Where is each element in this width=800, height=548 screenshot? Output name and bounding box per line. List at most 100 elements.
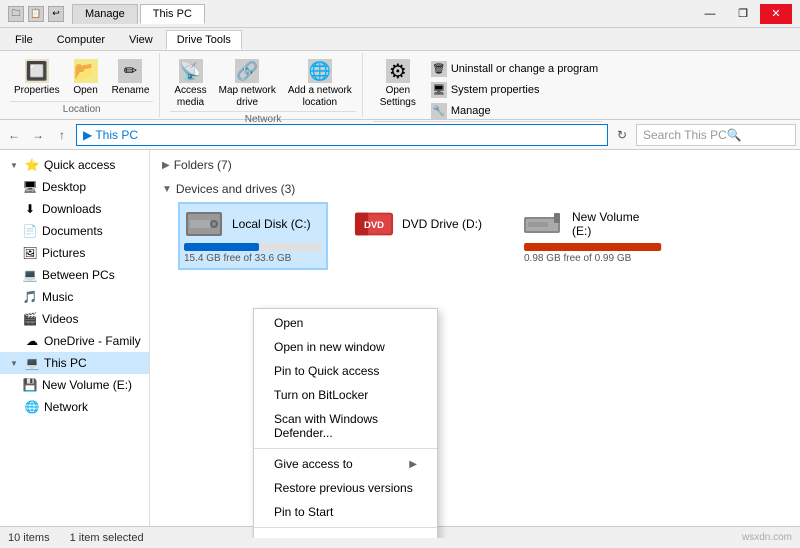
- title-bar-icons: 🗀 📋 ↩: [8, 6, 64, 22]
- sidebar-this-pc[interactable]: ▼ 💻 This PC: [0, 352, 149, 374]
- context-menu: Open Open in new window Pin to Quick acc…: [253, 308, 438, 538]
- properties-label: Properties: [14, 85, 60, 97]
- tab-manage[interactable]: Manage: [72, 4, 138, 24]
- ribbon-tab-drive-tools[interactable]: Drive Tools: [166, 30, 242, 50]
- title-tabs: Manage This PC: [72, 4, 694, 24]
- drive-e-name: New Volume (E:): [572, 210, 662, 238]
- ribbon-tab-view[interactable]: View: [118, 30, 164, 50]
- breadcrumb-this-pc[interactable]: ▶ This PC: [83, 128, 138, 142]
- ribbon-tab-file[interactable]: File: [4, 30, 44, 50]
- ribbon-group-location: 🔲 Properties 📂 Open ✏ Rename Location: [4, 53, 160, 117]
- refresh-button[interactable]: ↻: [612, 125, 632, 145]
- ribbon-content: 🔲 Properties 📂 Open ✏ Rename Location 📡: [0, 51, 800, 119]
- open-btn[interactable]: 📂 Open: [68, 57, 104, 99]
- music-label: Music: [42, 290, 73, 304]
- drive-local-disk-c[interactable]: Local Disk (C:) 15.4 GB free of 33.6 GB: [178, 202, 328, 270]
- downloads-label: Downloads: [42, 202, 101, 216]
- sys-properties-label: System properties: [451, 84, 540, 96]
- sidebar-documents[interactable]: 📄 Documents: [0, 220, 149, 242]
- uninstall-label: Uninstall or change a program: [451, 63, 598, 75]
- ribbon: File Computer View Drive Tools 🔲 Propert…: [0, 28, 800, 120]
- location-items: 🔲 Properties 📂 Open ✏ Rename: [10, 55, 153, 101]
- onedrive-label: OneDrive - Family: [44, 334, 141, 348]
- up-button[interactable]: ↑: [52, 125, 72, 145]
- sidebar-network[interactable]: 🌐 Network: [0, 396, 149, 418]
- sidebar-onedrive[interactable]: ☁ OneDrive - Family: [0, 330, 149, 352]
- ctx-give-access[interactable]: Give access to▶: [254, 452, 437, 476]
- add-location-btn[interactable]: 🌐 Add a networklocation: [284, 57, 356, 111]
- sidebar-videos[interactable]: 🎬 Videos: [0, 308, 149, 330]
- close-button[interactable]: ✕: [760, 4, 792, 24]
- watermark: wsxdn.com: [742, 532, 792, 543]
- folders-label: Folders (7): [174, 158, 232, 172]
- sidebar-music[interactable]: 🎵 Music: [0, 286, 149, 308]
- drives-header: ▼ Devices and drives (3): [162, 182, 788, 196]
- ctx-scan-defender[interactable]: Scan with Windows Defender...: [254, 407, 437, 445]
- open-settings-btn[interactable]: ⚙ OpenSettings: [373, 57, 423, 111]
- hdd-shape: [186, 212, 222, 236]
- rename-btn[interactable]: ✏ Rename: [108, 57, 154, 99]
- pictures-label: Pictures: [42, 246, 85, 260]
- uninstall-icon: 🗑: [431, 61, 447, 77]
- content-area: ▶ Folders (7) ▼ Devices and drives (3): [150, 150, 800, 538]
- search-box[interactable]: Search This PC 🔍: [636, 124, 796, 146]
- drive-e-info: New Volume (E:): [572, 210, 662, 238]
- minimize-button[interactable]: —: [694, 4, 726, 24]
- ribbon-tab-computer[interactable]: Computer: [46, 30, 116, 50]
- access-media-icon: 📡: [179, 59, 203, 83]
- manage-btn[interactable]: 🔧 Manage: [427, 101, 602, 121]
- drive-e-top: New Volume (E:): [524, 208, 662, 240]
- drive-c-name: Local Disk (C:): [232, 217, 322, 231]
- drive-new-volume-e[interactable]: New Volume (E:) 0.98 GB free of 0.99 GB: [518, 202, 668, 270]
- folders-expand[interactable]: ▶: [162, 160, 170, 171]
- ctx-open-new-window[interactable]: Open in new window: [254, 335, 437, 359]
- drive-e-progress-bar-bg: [524, 243, 662, 251]
- add-location-icon: 🌐: [308, 59, 332, 83]
- ctx-divider-2: [254, 527, 437, 528]
- sidebar-desktop[interactable]: 🖥 Desktop: [0, 176, 149, 198]
- give-access-arrow: ▶: [409, 459, 417, 470]
- sidebar-downloads[interactable]: ⬇ Downloads: [0, 198, 149, 220]
- tb-icon-3: ↩: [48, 6, 64, 22]
- drives-grid: Local Disk (C:) 15.4 GB free of 33.6 GB: [178, 202, 788, 270]
- properties-icon: 🔲: [25, 59, 49, 83]
- map-drive-btn[interactable]: 🔗 Map networkdrive: [215, 57, 280, 111]
- properties-btn[interactable]: 🔲 Properties: [10, 57, 64, 99]
- drives-expand[interactable]: ▼: [162, 184, 172, 195]
- sidebar-new-volume[interactable]: 💾 New Volume (E:): [0, 374, 149, 396]
- drives-label: Devices and drives (3): [176, 182, 295, 196]
- this-pc-arrow: ▼: [10, 359, 20, 368]
- drive-dvd-d[interactable]: DVD DVD Drive (D:): [348, 202, 498, 270]
- forward-button[interactable]: →: [28, 125, 48, 145]
- add-location-label: Add a networklocation: [288, 85, 352, 109]
- sidebar-quick-access[interactable]: ▼ ⭐ Quick access: [0, 154, 149, 176]
- drive-d-top: DVD DVD Drive (D:): [354, 208, 492, 240]
- ctx-format[interactable]: Format...: [254, 531, 437, 538]
- tab-this-pc[interactable]: This PC: [140, 4, 205, 24]
- ctx-restore-versions[interactable]: Restore previous versions: [254, 476, 437, 500]
- quick-access-arrow: ▼: [10, 161, 20, 170]
- new-volume-icon: 💾: [22, 377, 38, 393]
- uninstall-btn[interactable]: 🗑 Uninstall or change a program: [427, 59, 602, 79]
- ctx-pin-quick-access[interactable]: Pin to Quick access: [254, 359, 437, 383]
- address-input[interactable]: ▶ This PC: [76, 124, 608, 146]
- access-media-label: Accessmedia: [174, 85, 206, 109]
- drive-c-progress-bar-bg: [184, 243, 322, 251]
- ribbon-group-network: 📡 Accessmedia 🔗 Map networkdrive 🌐 Add a…: [164, 53, 362, 117]
- drive-c-top: Local Disk (C:): [184, 208, 322, 240]
- quick-access-label: Quick access: [44, 158, 115, 172]
- ctx-pin-start[interactable]: Pin to Start: [254, 500, 437, 524]
- maximize-button[interactable]: ❐: [727, 4, 759, 24]
- system-items: ⚙ OpenSettings 🗑 Uninstall or change a p…: [373, 55, 602, 121]
- access-media-btn[interactable]: 📡 Accessmedia: [170, 57, 210, 111]
- ctx-bitlocker[interactable]: Turn on BitLocker: [254, 383, 437, 407]
- sidebar: ▼ ⭐ Quick access 🖥 Desktop ⬇ Downloads 📄…: [0, 150, 150, 538]
- sys-properties-btn[interactable]: 🖥 System properties: [427, 80, 602, 100]
- between-pcs-icon: 💻: [22, 267, 38, 283]
- back-button[interactable]: ←: [4, 125, 24, 145]
- sidebar-pictures[interactable]: 🖼 Pictures: [0, 242, 149, 264]
- tb-icon-2: 📋: [28, 6, 44, 22]
- ctx-open[interactable]: Open: [254, 311, 437, 335]
- sidebar-between-pcs[interactable]: 💻 Between PCs: [0, 264, 149, 286]
- drives-section: ▼ Devices and drives (3): [162, 182, 788, 270]
